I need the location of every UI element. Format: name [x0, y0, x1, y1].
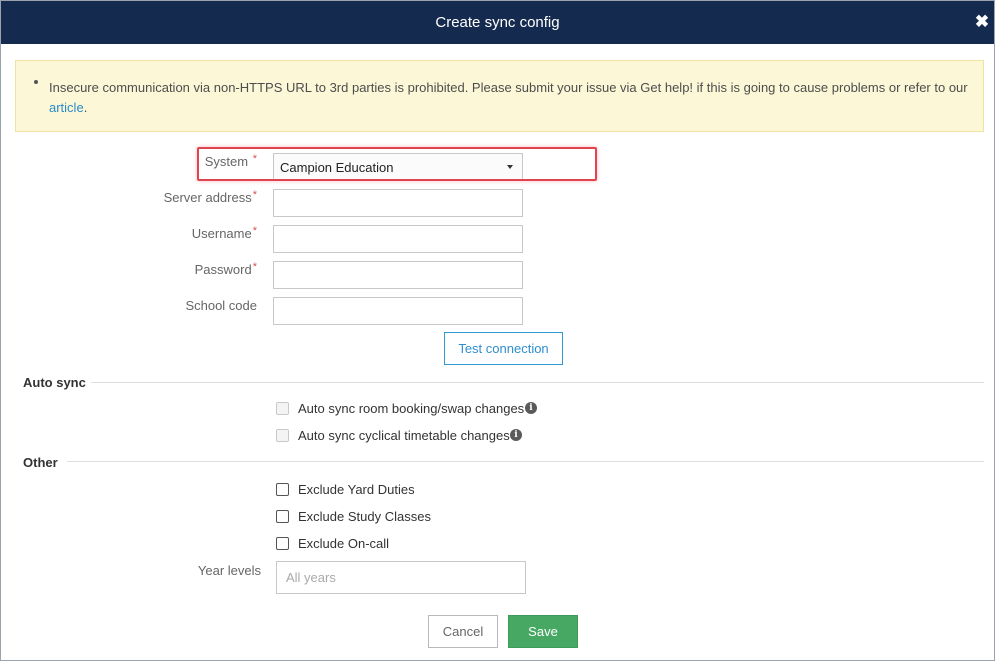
username-label-text: Username	[191, 226, 252, 241]
exclude-yard-duties-label: Exclude Yard Duties	[298, 482, 415, 497]
system-select[interactable]: Campion Education	[273, 153, 523, 180]
year-levels-label: Year levels	[197, 563, 261, 578]
auto-sync-cyclical-timetable-label: Auto sync cyclical timetable changes	[298, 428, 510, 443]
system-label-text: System	[204, 154, 249, 169]
modal-title: Create sync config	[435, 14, 560, 31]
auto-sync-room-booking-label: Auto sync room booking/swap changes	[298, 401, 525, 416]
required-marker: *	[252, 261, 257, 273]
server-address-label: Server address*	[121, 189, 257, 205]
year-levels-input[interactable]	[276, 561, 526, 594]
https-warning-alert: Insecure communication via non-HTTPS URL…	[15, 60, 984, 132]
exclude-on-call-checkbox[interactable]	[276, 537, 289, 550]
required-marker: *	[252, 189, 257, 201]
school-code-label: School code	[185, 298, 257, 313]
bullet-icon	[34, 80, 38, 84]
section-divider	[91, 382, 984, 383]
username-input[interactable]	[273, 225, 523, 253]
system-label: System *	[161, 153, 257, 169]
password-label-text: Password	[194, 262, 252, 277]
system-select-value: Campion Education	[280, 160, 394, 175]
info-icon[interactable]: i	[510, 429, 522, 441]
server-address-input[interactable]	[273, 189, 523, 217]
auto-sync-room-booking-checkbox[interactable]	[276, 402, 289, 415]
auto-sync-cyclical-timetable-checkbox[interactable]	[276, 429, 289, 442]
article-link[interactable]: article	[49, 100, 84, 115]
required-marker: *	[252, 153, 257, 165]
required-marker: *	[252, 225, 257, 237]
save-button[interactable]: Save	[508, 615, 578, 648]
alert-suffix: .	[83, 100, 88, 115]
info-icon[interactable]: i	[525, 402, 537, 414]
test-connection-button[interactable]: Test connection	[444, 332, 563, 365]
exclude-study-classes-label: Exclude Study Classes	[298, 509, 431, 524]
alert-message: Insecure communication via non-HTTPS URL…	[49, 78, 969, 118]
cancel-button[interactable]: Cancel	[428, 615, 498, 648]
caret-down-icon	[507, 165, 513, 169]
school-code-input[interactable]	[273, 297, 523, 325]
exclude-yard-duties-checkbox[interactable]	[276, 483, 289, 496]
other-heading: Other	[23, 455, 58, 470]
section-divider	[67, 461, 984, 462]
password-input[interactable]	[273, 261, 523, 289]
sync-config-modal: Create sync config ✖ Insecure communicat…	[0, 0, 995, 661]
exclude-on-call-label: Exclude On-call	[298, 536, 390, 551]
exclude-study-classes-checkbox[interactable]	[276, 510, 289, 523]
modal-header: Create sync config ✖	[1, 1, 994, 44]
password-label: Password*	[121, 261, 257, 277]
username-label: Username*	[121, 225, 257, 241]
auto-sync-heading: Auto sync	[23, 375, 86, 390]
close-icon[interactable]: ✖	[974, 13, 990, 31]
server-address-label-text: Server address	[163, 190, 252, 205]
alert-text: Insecure communication via non-HTTPS URL…	[49, 80, 968, 95]
